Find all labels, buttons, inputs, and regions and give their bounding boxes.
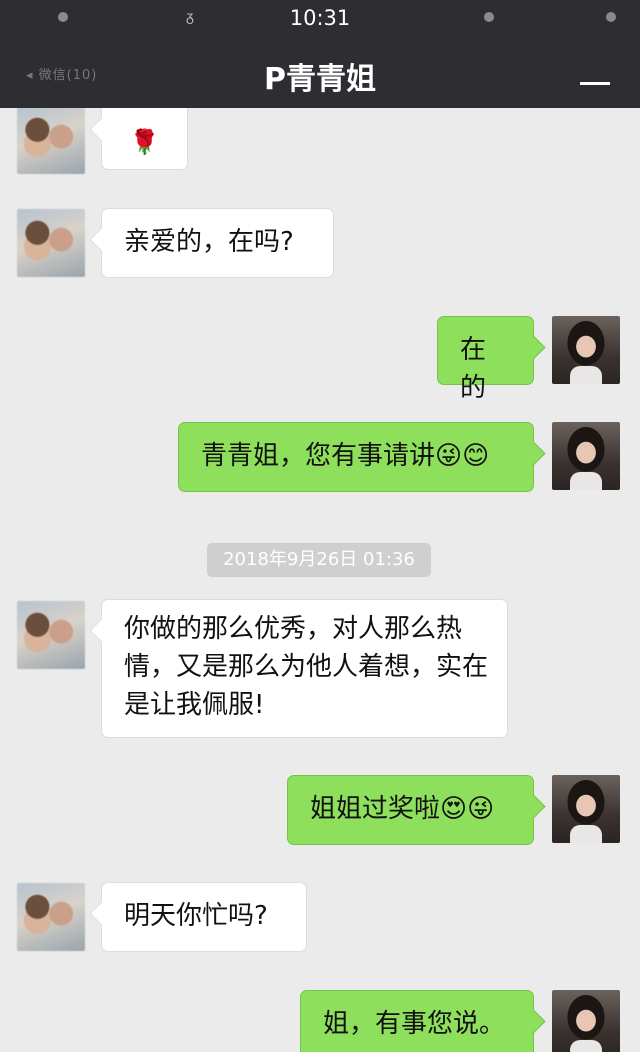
message-text: 你做的那么优秀，对人那么热情，又是那么为他人着想，实在是让我佩服!	[124, 614, 489, 720]
indicator-dot-icon	[606, 12, 616, 22]
message-text: 姐姐过奖啦😍😜	[310, 794, 495, 824]
status-bar: ᵹ 10:31	[0, 0, 640, 36]
status-time: 10:31	[289, 6, 351, 30]
my-avatar[interactable]	[552, 422, 620, 490]
message-bubble-outgoing[interactable]: 姐姐过奖啦😍😜	[287, 775, 534, 845]
message-bubble-incoming[interactable]: 🌹	[101, 108, 188, 170]
message-bubble-incoming[interactable]: 明天你忙吗?	[101, 882, 307, 952]
chat-title: P青青姐	[264, 62, 376, 97]
nav-bar: ◂ 微信(10) P青青姐	[0, 44, 640, 104]
message-bubble-outgoing[interactable]: 姐，有事您说。	[300, 990, 534, 1052]
message-text: 明天你忙吗?	[124, 901, 268, 931]
message-bubble-outgoing[interactable]: 青青姐，您有事请讲😜😊	[178, 422, 534, 492]
message-text: 在的	[460, 335, 487, 403]
contact-avatar[interactable]	[17, 108, 85, 174]
message-bubble-incoming[interactable]: 亲爱的，在吗?	[101, 208, 334, 278]
my-avatar[interactable]	[552, 990, 620, 1052]
indicator-dot-icon	[484, 12, 494, 22]
timestamp-badge: 2018年9月26日 01:36	[207, 543, 431, 577]
contact-avatar[interactable]	[17, 209, 85, 277]
message-text: 亲爱的，在吗?	[124, 227, 294, 257]
more-menu-icon[interactable]	[580, 82, 610, 85]
message-text: 姐，有事您说。	[323, 1009, 506, 1039]
my-avatar[interactable]	[552, 775, 620, 843]
message-bubble-incoming[interactable]: 你做的那么优秀，对人那么热情，又是那么为他人着想，实在是让我佩服!	[101, 599, 508, 738]
message-text: 青青姐，您有事请讲😜😊	[201, 441, 490, 471]
contact-avatar[interactable]	[17, 883, 85, 951]
rose-emoji: 🌹	[129, 128, 160, 156]
my-avatar[interactable]	[552, 316, 620, 384]
chat-area[interactable]: 🌹 亲爱的，在吗? 在的 青青姐，您有事请讲😜😊 2018年9月26日 01:3…	[0, 108, 640, 1052]
contact-avatar[interactable]	[17, 601, 85, 669]
top-bar: ᵹ 10:31 ◂ 微信(10) P青青姐	[0, 0, 640, 108]
message-bubble-outgoing[interactable]: 在的	[437, 316, 534, 403]
